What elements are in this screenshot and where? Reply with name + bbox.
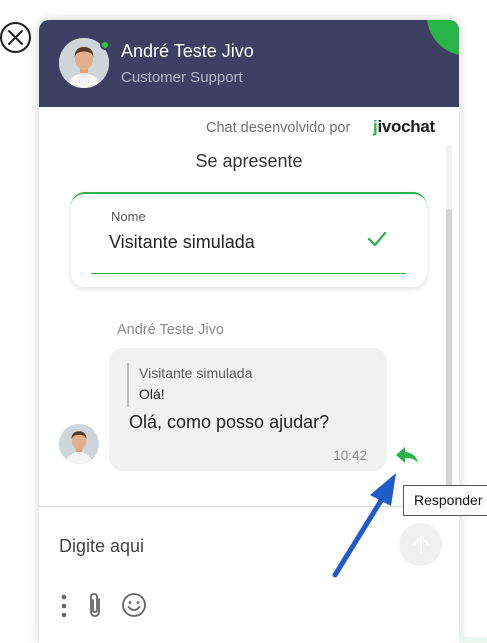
quoted-author: Visitante simulada xyxy=(139,365,253,381)
message-sender-name: André Teste Jivo xyxy=(117,322,224,338)
name-field-card[interactable]: Nome Visitante simulada xyxy=(71,192,427,287)
check-icon xyxy=(367,231,387,247)
close-icon xyxy=(8,30,23,45)
online-status-dot xyxy=(100,40,110,50)
agent-name: André Teste Jivo xyxy=(121,41,254,61)
name-field-label: Nome xyxy=(111,209,146,224)
intro-form-title: Se apresente xyxy=(195,151,303,171)
paperclip-icon[interactable] xyxy=(84,591,106,619)
agent-role: Customer Support xyxy=(121,69,243,86)
quoted-text: Olá! xyxy=(139,386,165,402)
header-leaf-decoration xyxy=(425,20,459,61)
message-agent-avatar xyxy=(59,424,99,464)
more-icon[interactable] xyxy=(60,594,68,618)
smiley-icon[interactable] xyxy=(121,592,147,618)
message-bubble[interactable]: Visitante simulada Olá! Olá, como posso … xyxy=(109,348,387,471)
jivochat-logo[interactable]: jivochat xyxy=(373,117,435,137)
screen: André Teste Jivo Customer Support Chat d… xyxy=(0,0,487,643)
message-text: Olá, como posso ajudar? xyxy=(129,412,330,432)
powered-by-text: Chat desenvolvido por xyxy=(206,120,351,136)
quoted-message: Visitante simulada Olá! xyxy=(127,363,252,407)
close-button[interactable] xyxy=(0,22,31,53)
scrollbar-thumb[interactable] xyxy=(446,209,452,499)
name-field-value[interactable]: Visitante simulada xyxy=(109,232,255,253)
annotation-arrow-icon xyxy=(332,473,396,578)
message-time: 10:42 xyxy=(333,448,367,463)
messages-scrollbar[interactable] xyxy=(446,145,452,505)
reply-icon[interactable] xyxy=(394,445,420,465)
page-bottom-strip xyxy=(459,637,487,643)
chat-header: André Teste Jivo Customer Support xyxy=(39,20,459,107)
brand-rest: ivochat xyxy=(377,117,435,136)
name-field-underline xyxy=(91,273,406,274)
